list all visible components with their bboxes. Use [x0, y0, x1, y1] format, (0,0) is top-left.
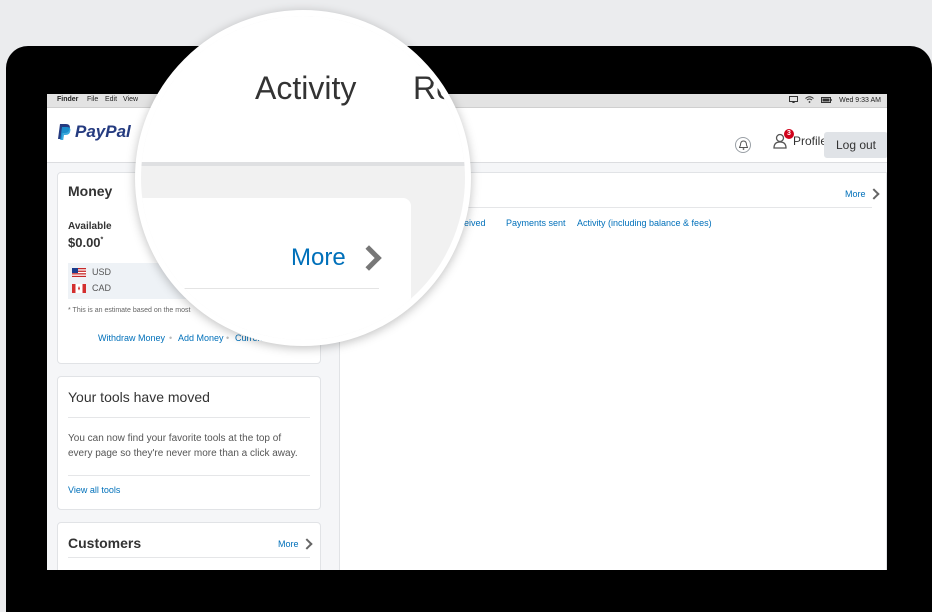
- customers-title: Customers: [68, 535, 142, 551]
- magnified-nav-activity: Activity: [255, 70, 357, 106]
- currency-row-usd[interactable]: USD: [72, 267, 111, 277]
- magnified-nav: ey Activity Re: [141, 16, 465, 164]
- menu-file[interactable]: File: [87, 96, 98, 103]
- magnified-nav-item: Re: [413, 70, 454, 106]
- divider: [68, 475, 310, 476]
- us-flag-icon: [72, 267, 86, 277]
- tools-body-line2: every page so they're never more than a …: [68, 448, 298, 459]
- paypal-p-icon: [58, 123, 71, 140]
- profile-label: Profile: [793, 134, 828, 148]
- tools-body-line1: You can now find your favorite tools at …: [68, 433, 282, 444]
- notifications-bell-icon[interactable]: [735, 137, 751, 153]
- money-title: Money: [68, 183, 113, 199]
- tools-card: Your tools have moved You can now find y…: [57, 376, 321, 510]
- magnifier-lens: ey Activity Re More: [135, 10, 471, 346]
- tools-title: Your tools have moved: [68, 389, 210, 405]
- user-icon: 3: [773, 129, 794, 149]
- tab-payments-sent[interactable]: Payments sent: [506, 218, 566, 228]
- battery-icon[interactable]: [821, 96, 832, 105]
- airplay-icon[interactable]: [789, 96, 799, 105]
- divider: [68, 417, 310, 418]
- activity-more-link[interactable]: More: [845, 188, 880, 200]
- chevron-right-icon: [867, 188, 880, 200]
- notification-badge: 3: [784, 129, 794, 139]
- divider: [440, 207, 872, 208]
- paypal-wordmark: PayPal: [75, 122, 131, 141]
- tab-activity[interactable]: Activity (including balance & fees): [577, 218, 712, 228]
- magnified-card: [141, 198, 411, 340]
- menu-finder[interactable]: Finder: [57, 96, 78, 103]
- menu-edit[interactable]: Edit: [105, 96, 117, 103]
- view-all-tools-link[interactable]: View all tools: [68, 485, 120, 495]
- canada-flag-icon: [72, 283, 86, 293]
- paypal-logo[interactable]: PayPal: [57, 122, 131, 142]
- menubar-clock: Wed 9:33 AM: [839, 97, 881, 104]
- divider: [68, 557, 310, 558]
- profile-menu[interactable]: 3 Profile: [773, 129, 828, 149]
- chevron-right-icon: [300, 538, 313, 550]
- tab-payments-received[interactable]: eived: [464, 218, 486, 228]
- menu-view[interactable]: View: [123, 96, 138, 103]
- wifi-icon[interactable]: [805, 96, 814, 105]
- magnified-divider: [141, 162, 465, 166]
- balance-amount: $0.00*: [68, 235, 104, 250]
- currency-row-cad[interactable]: CAD: [72, 283, 111, 293]
- magnified-more-link: More: [291, 244, 382, 272]
- customers-more-link[interactable]: More: [278, 538, 313, 550]
- available-label: Available: [68, 221, 112, 232]
- chevron-right-icon: [355, 245, 382, 271]
- customers-card: Customers More: [57, 522, 321, 570]
- magnified-divider: [141, 288, 379, 289]
- logout-button[interactable]: Log out: [824, 132, 887, 158]
